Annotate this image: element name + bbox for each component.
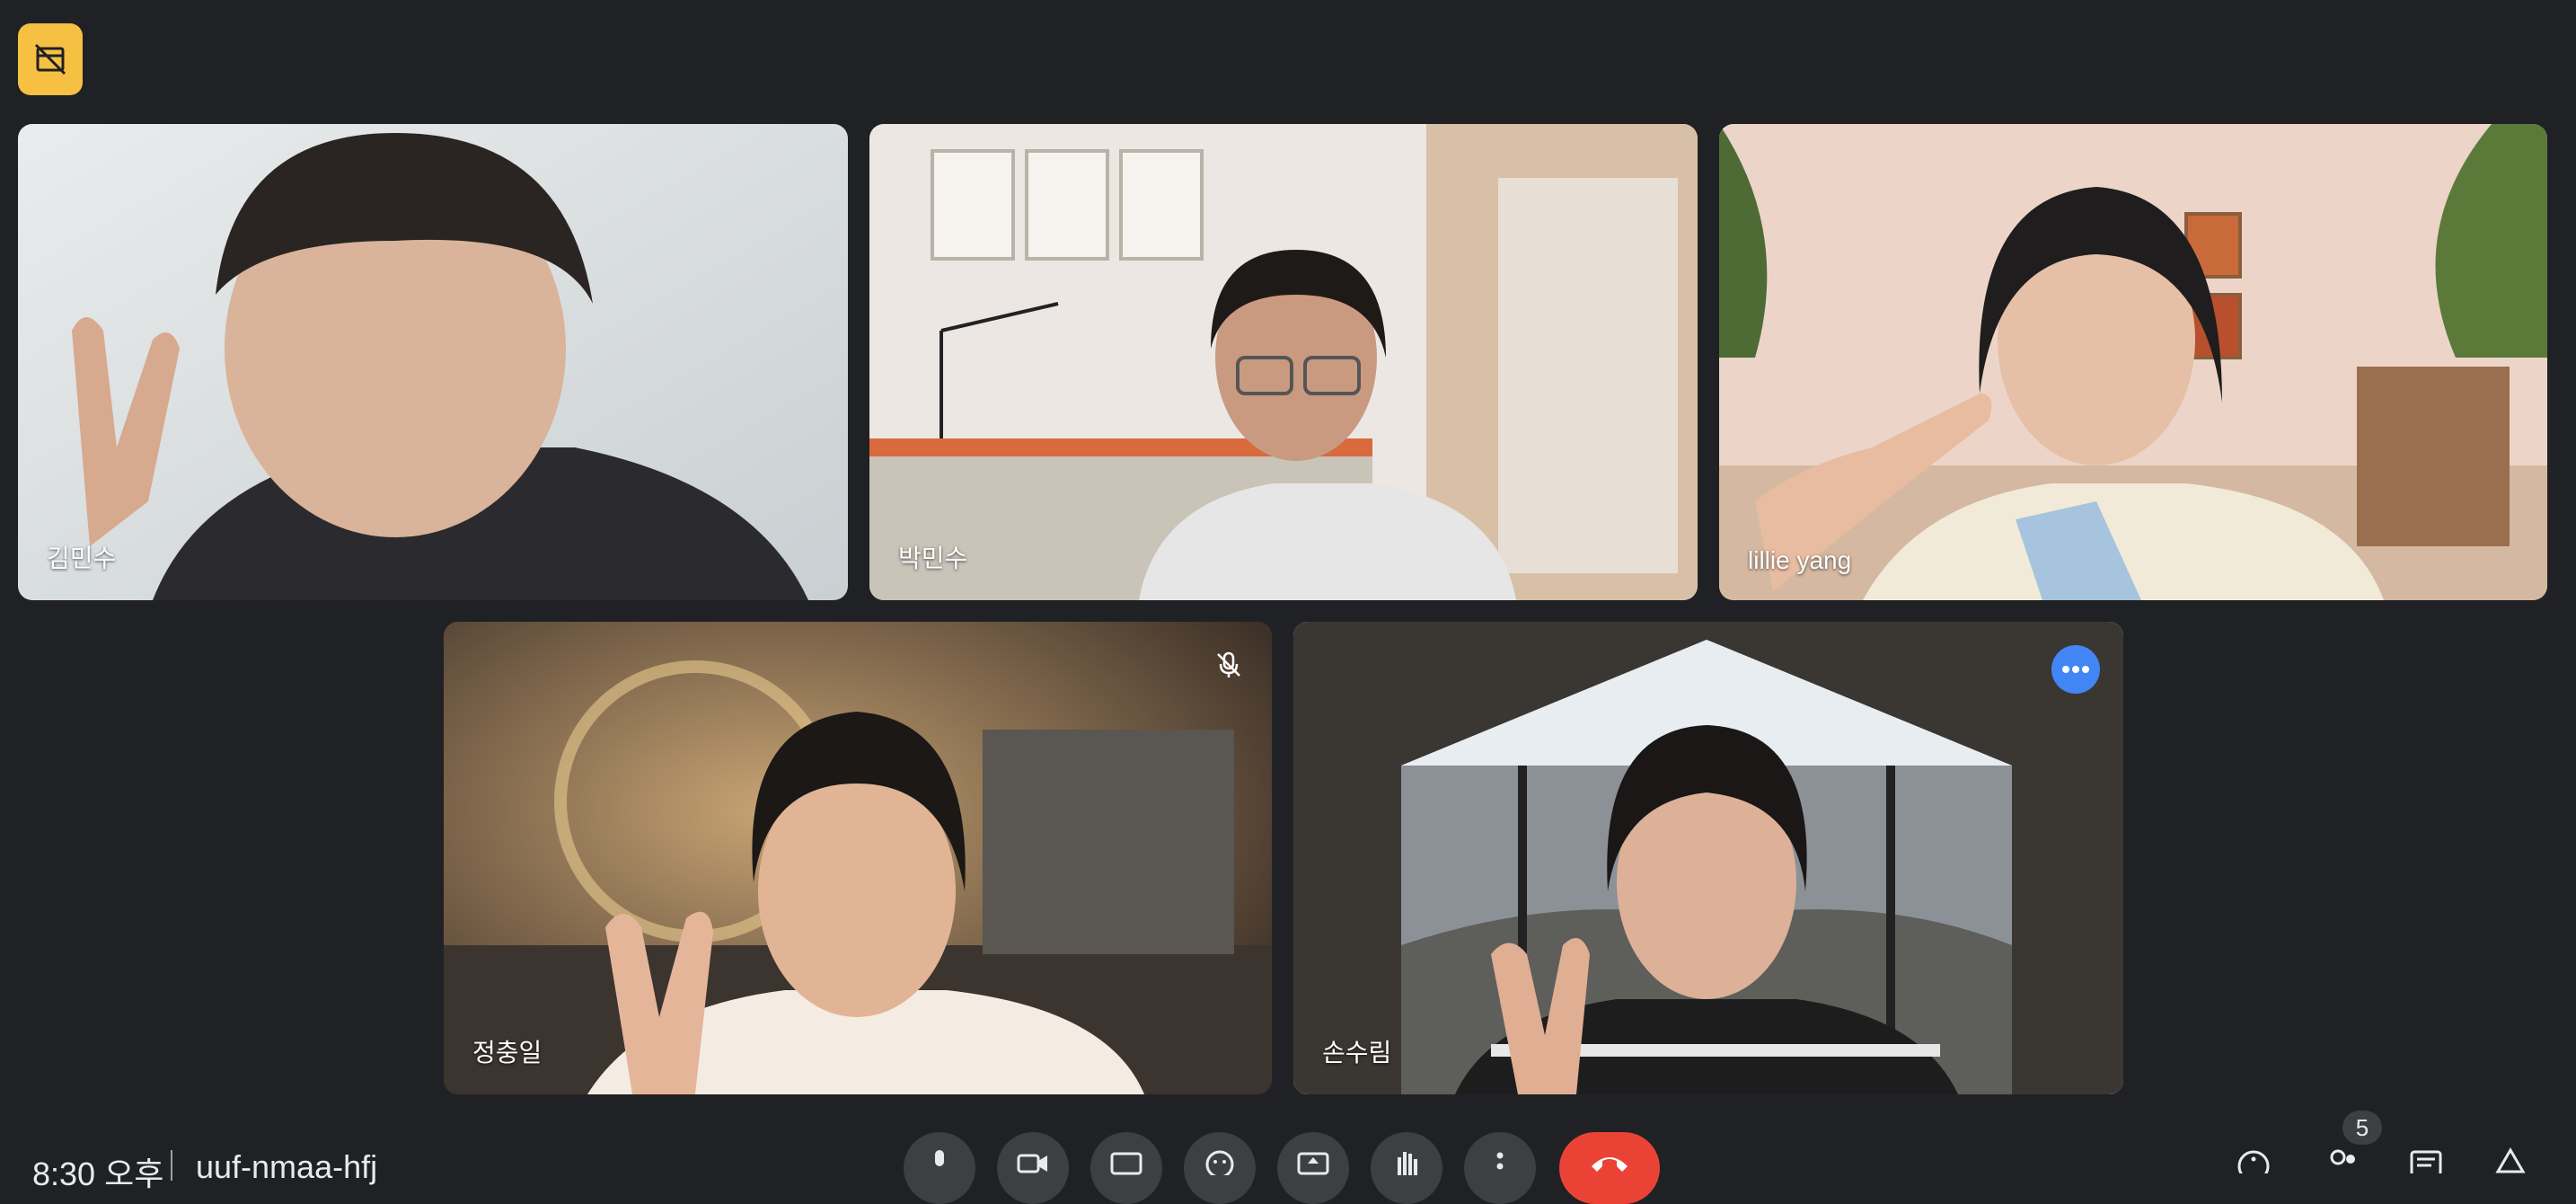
people-icon (2330, 1149, 2355, 1165)
people-button[interactable] (2319, 1146, 2364, 1191)
video-feed (1719, 124, 2547, 600)
video-feed (1293, 622, 2123, 1094)
mic-icon (935, 1150, 944, 1166)
participant-count-badge: 5 (2342, 1111, 2382, 1145)
meeting-code: uuf-nmaa-hfj (196, 1148, 378, 1185)
activities-button[interactable] (2488, 1146, 2533, 1191)
present-screen-button[interactable] (1277, 1132, 1349, 1204)
video-feed (444, 622, 1272, 1094)
captions-icon (1110, 1152, 1142, 1175)
more-vert-icon (1496, 1152, 1504, 1170)
participant-name: 정충일 (472, 1039, 543, 1067)
video-feed (18, 124, 848, 600)
participant-name: lillie yang (1748, 546, 1852, 574)
hangup-icon (1592, 1157, 1628, 1172)
camera-button[interactable] (997, 1132, 1069, 1204)
present-icon (1297, 1152, 1329, 1175)
leave-call-button[interactable] (1559, 1132, 1660, 1204)
meeting-time: 8:30 오후 (32, 1155, 164, 1192)
participant-name: 손수림 (1322, 1039, 1392, 1067)
participant-tile[interactable]: lillie yang (1719, 124, 2547, 600)
raise-hand-icon (1398, 1152, 1417, 1175)
meeting-details-button[interactable] (2231, 1146, 2276, 1191)
emoji-icon (1205, 1150, 1234, 1175)
participant-tile[interactable]: 정충일 (444, 622, 1272, 1094)
more-options-button[interactable] (1464, 1132, 1536, 1204)
participant-tile[interactable]: 박민수 (869, 124, 1698, 600)
chat-button[interactable] (2404, 1146, 2448, 1191)
bottom-control-bar: 8:30 오후 uuf-nmaa-hfj (0, 1105, 2576, 1204)
participant-tile-active-speaker[interactable]: 손수림 (1293, 622, 2123, 1094)
microphone-button[interactable] (904, 1132, 975, 1204)
more-options-icon (2062, 666, 2089, 673)
recording-off-icon (34, 43, 66, 75)
recording-status-badge[interactable] (18, 23, 83, 95)
participant-muted-indicator (1209, 645, 1248, 685)
participant-name: 김민수 (47, 544, 117, 572)
emoji-reactions-button[interactable] (1184, 1132, 1256, 1204)
participant-tile[interactable]: 김민수 (18, 124, 848, 600)
captions-button[interactable] (1090, 1132, 1162, 1204)
activities-icon (2495, 1147, 2526, 1173)
participant-more-options-button[interactable] (2051, 645, 2100, 694)
divider (171, 1150, 172, 1181)
info-icon (2237, 1150, 2270, 1173)
chat-icon (2410, 1150, 2442, 1173)
raise-hand-button[interactable] (1371, 1132, 1442, 1204)
participant-name: 박민수 (898, 544, 968, 572)
mic-off-icon (1217, 651, 1240, 677)
camera-icon (1017, 1154, 1047, 1173)
video-feed (869, 124, 1698, 600)
